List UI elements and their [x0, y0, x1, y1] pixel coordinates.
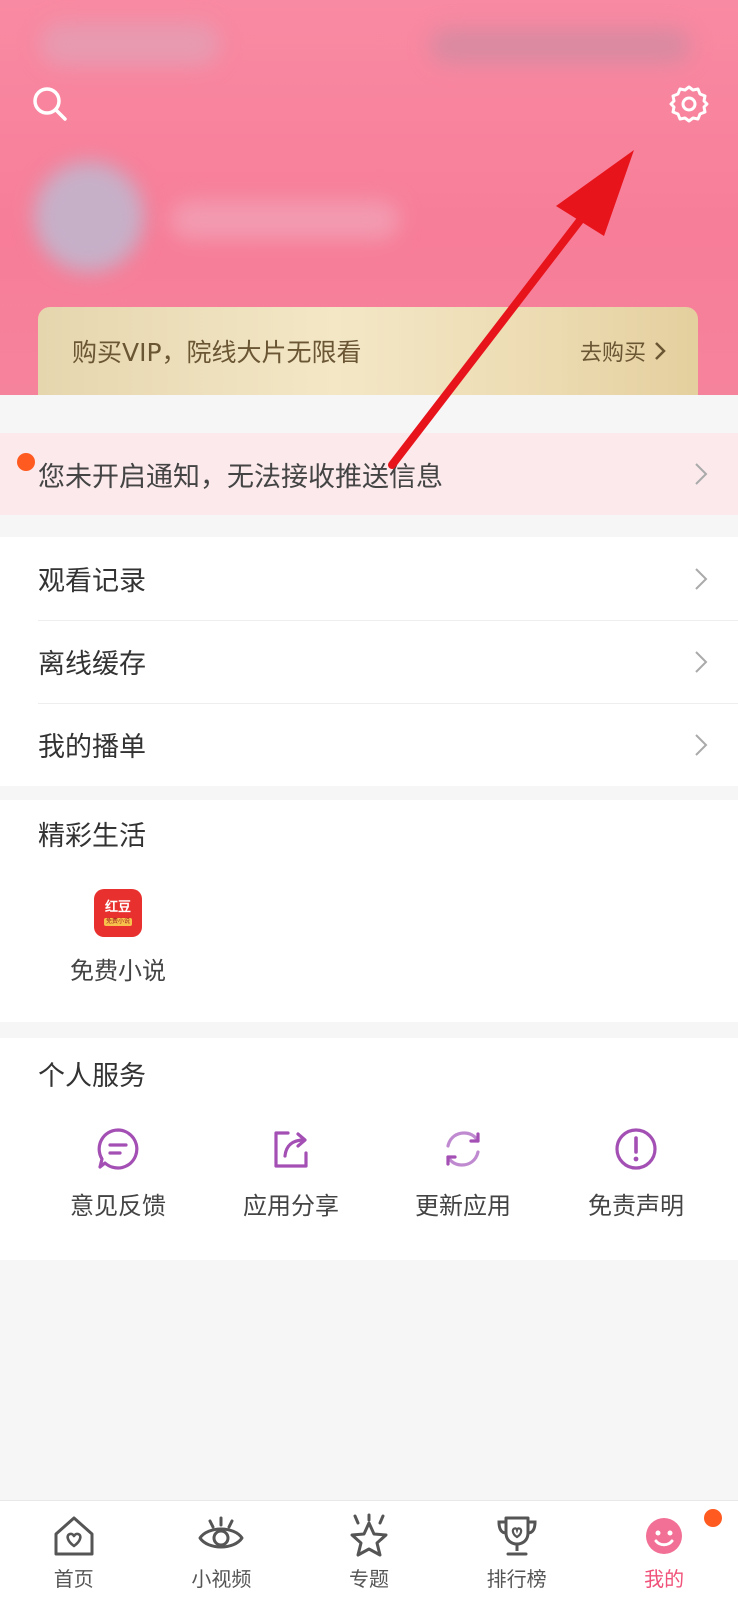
chevron-right-icon: [695, 650, 708, 673]
chevron-right-icon: [695, 733, 708, 756]
gear-icon: [669, 85, 709, 123]
nav-label: 排行榜: [486, 1567, 547, 1591]
menu-list: 观看记录 离线缓存 我的播单: [0, 537, 738, 786]
vip-banner-title: 购买VIP，院线大片无限看: [72, 338, 362, 367]
life-section: 精彩生活 红豆 免费小说 免费小说: [0, 800, 738, 1022]
nav-label: 我的: [644, 1567, 685, 1591]
services-section-title: 个人服务: [38, 1061, 146, 1092]
menu-item-my-playlist[interactable]: 我的播单: [0, 703, 738, 786]
share-icon: [274, 1131, 308, 1168]
blurred-username: [170, 200, 400, 240]
nav-mine-badge: [703, 1509, 722, 1527]
nav-ranking[interactable]: 排行榜: [443, 1501, 591, 1601]
share-app-button[interactable]: 应用分享: [206, 1126, 376, 1221]
home-icon: [54, 1516, 94, 1556]
bottom-navigation: 首页 小视频 专题 排行榜 我的: [0, 1500, 738, 1601]
hongdou-icon-subtext: 免费小说: [103, 917, 132, 926]
nav-label: 首页: [53, 1567, 94, 1591]
info-icon: [615, 1128, 657, 1170]
nav-topics[interactable]: 专题: [295, 1501, 443, 1601]
service-label: 应用分享: [243, 1192, 339, 1220]
nav-short-video[interactable]: 小视频: [148, 1501, 296, 1601]
menu-item-watch-history[interactable]: 观看记录: [0, 537, 738, 620]
services-section: 个人服务 意见反馈 应用分享 更新应用 免责声明: [0, 1038, 738, 1260]
nav-home[interactable]: 首页: [0, 1501, 148, 1601]
notification-text: 您未开启通知，无法接收推送信息: [38, 461, 443, 493]
profile-header: 购买VIP，院线大片无限看 去购买: [0, 0, 738, 395]
search-icon: [33, 87, 67, 121]
refresh-icon: [446, 1131, 480, 1167]
nav-mine[interactable]: 我的: [590, 1501, 738, 1601]
disclaimer-button[interactable]: 免责声明: [551, 1126, 721, 1221]
star-icon: [350, 1513, 388, 1557]
update-app-button[interactable]: 更新应用: [378, 1126, 548, 1221]
hongdou-novel-icon: 红豆 免费小说: [94, 889, 142, 937]
menu-item-label: 观看记录: [38, 566, 146, 597]
search-button[interactable]: [26, 80, 74, 128]
service-label: 更新应用: [415, 1192, 511, 1220]
chevron-right-icon: [695, 463, 708, 485]
trophy-icon: [497, 1516, 537, 1556]
service-label: 免责声明: [588, 1192, 684, 1220]
app-label: 免费小说: [70, 957, 166, 985]
chevron-right-icon: [695, 567, 708, 590]
nav-label: 小视频: [191, 1567, 252, 1591]
hongdou-icon-text: 红豆: [104, 899, 131, 915]
service-label: 意见反馈: [70, 1192, 166, 1220]
settings-button[interactable]: [665, 80, 713, 128]
vip-banner[interactable]: 购买VIP，院线大片无限看 去购买: [38, 307, 698, 395]
free-novel-app[interactable]: 红豆 免费小说 免费小说: [33, 889, 203, 986]
notification-warning-row[interactable]: 您未开启通知，无法接收推送信息: [0, 433, 738, 515]
feedback-icon: [97, 1128, 139, 1170]
notification-dot: [17, 453, 35, 471]
vip-buy-label: 去购买: [579, 341, 646, 366]
feedback-button[interactable]: 意见反馈: [33, 1126, 203, 1221]
chevron-right-icon: [655, 342, 666, 360]
vip-buy-link[interactable]: 去购买: [580, 335, 666, 367]
life-section-title: 精彩生活: [38, 821, 146, 852]
nav-label: 专题: [348, 1567, 389, 1591]
menu-item-label: 离线缓存: [38, 649, 146, 680]
mine-icon: [646, 1518, 683, 1554]
blurred-status-right: [430, 28, 690, 64]
blurred-status-left: [40, 22, 220, 66]
menu-item-offline-cache[interactable]: 离线缓存: [0, 620, 738, 703]
avatar[interactable]: [34, 162, 144, 272]
eye-icon: [198, 1516, 244, 1549]
menu-item-label: 我的播单: [38, 732, 146, 763]
